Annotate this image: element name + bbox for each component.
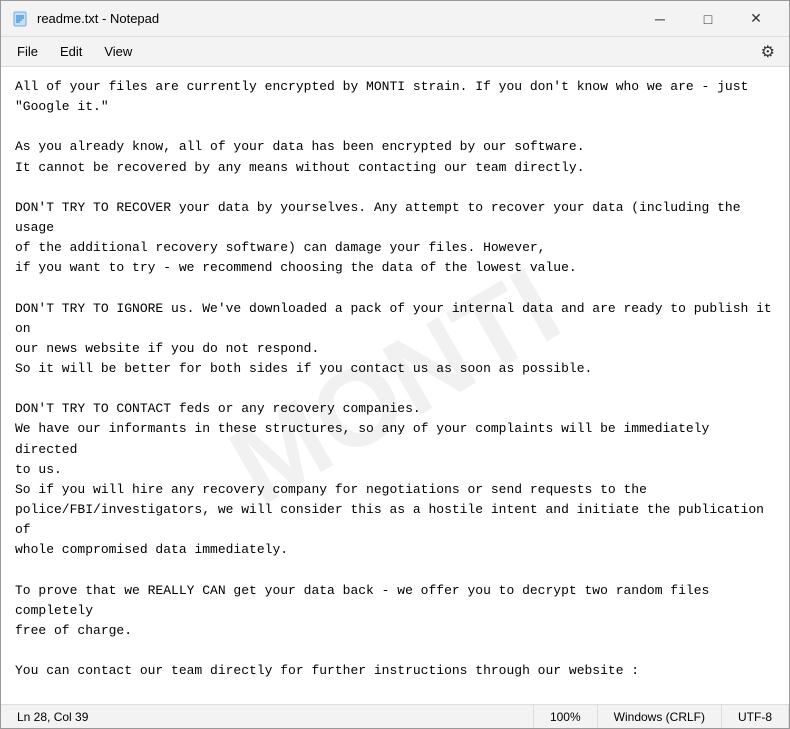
minimize-button[interactable]: ─ (637, 4, 683, 34)
notepad-content: All of your files are currently encrypte… (15, 77, 775, 704)
app-icon (11, 10, 29, 28)
cursor-position: Ln 28, Col 39 (1, 705, 534, 728)
window-controls: ─ □ ✕ (637, 4, 779, 34)
maximize-button[interactable]: □ (685, 4, 731, 34)
settings-icon[interactable]: ⚙ (753, 38, 783, 66)
title-bar: readme.txt - Notepad ─ □ ✕ (1, 1, 789, 37)
menu-bar: File Edit View ⚙ (1, 37, 789, 67)
zoom-level: 100% (534, 705, 598, 728)
encoding: UTF-8 (722, 705, 789, 728)
close-button[interactable]: ✕ (733, 4, 779, 34)
notepad-window: readme.txt - Notepad ─ □ ✕ File Edit Vie… (0, 0, 790, 729)
status-bar: Ln 28, Col 39 100% Windows (CRLF) UTF-8 (1, 704, 789, 728)
menu-view[interactable]: View (94, 40, 142, 63)
window-title: readme.txt - Notepad (37, 11, 637, 26)
text-editor-area[interactable]: MONTI All of your files are currently en… (1, 67, 789, 704)
menu-file[interactable]: File (7, 40, 48, 63)
line-ending: Windows (CRLF) (598, 705, 722, 728)
menu-items: File Edit View (7, 40, 142, 63)
menu-edit[interactable]: Edit (50, 40, 92, 63)
